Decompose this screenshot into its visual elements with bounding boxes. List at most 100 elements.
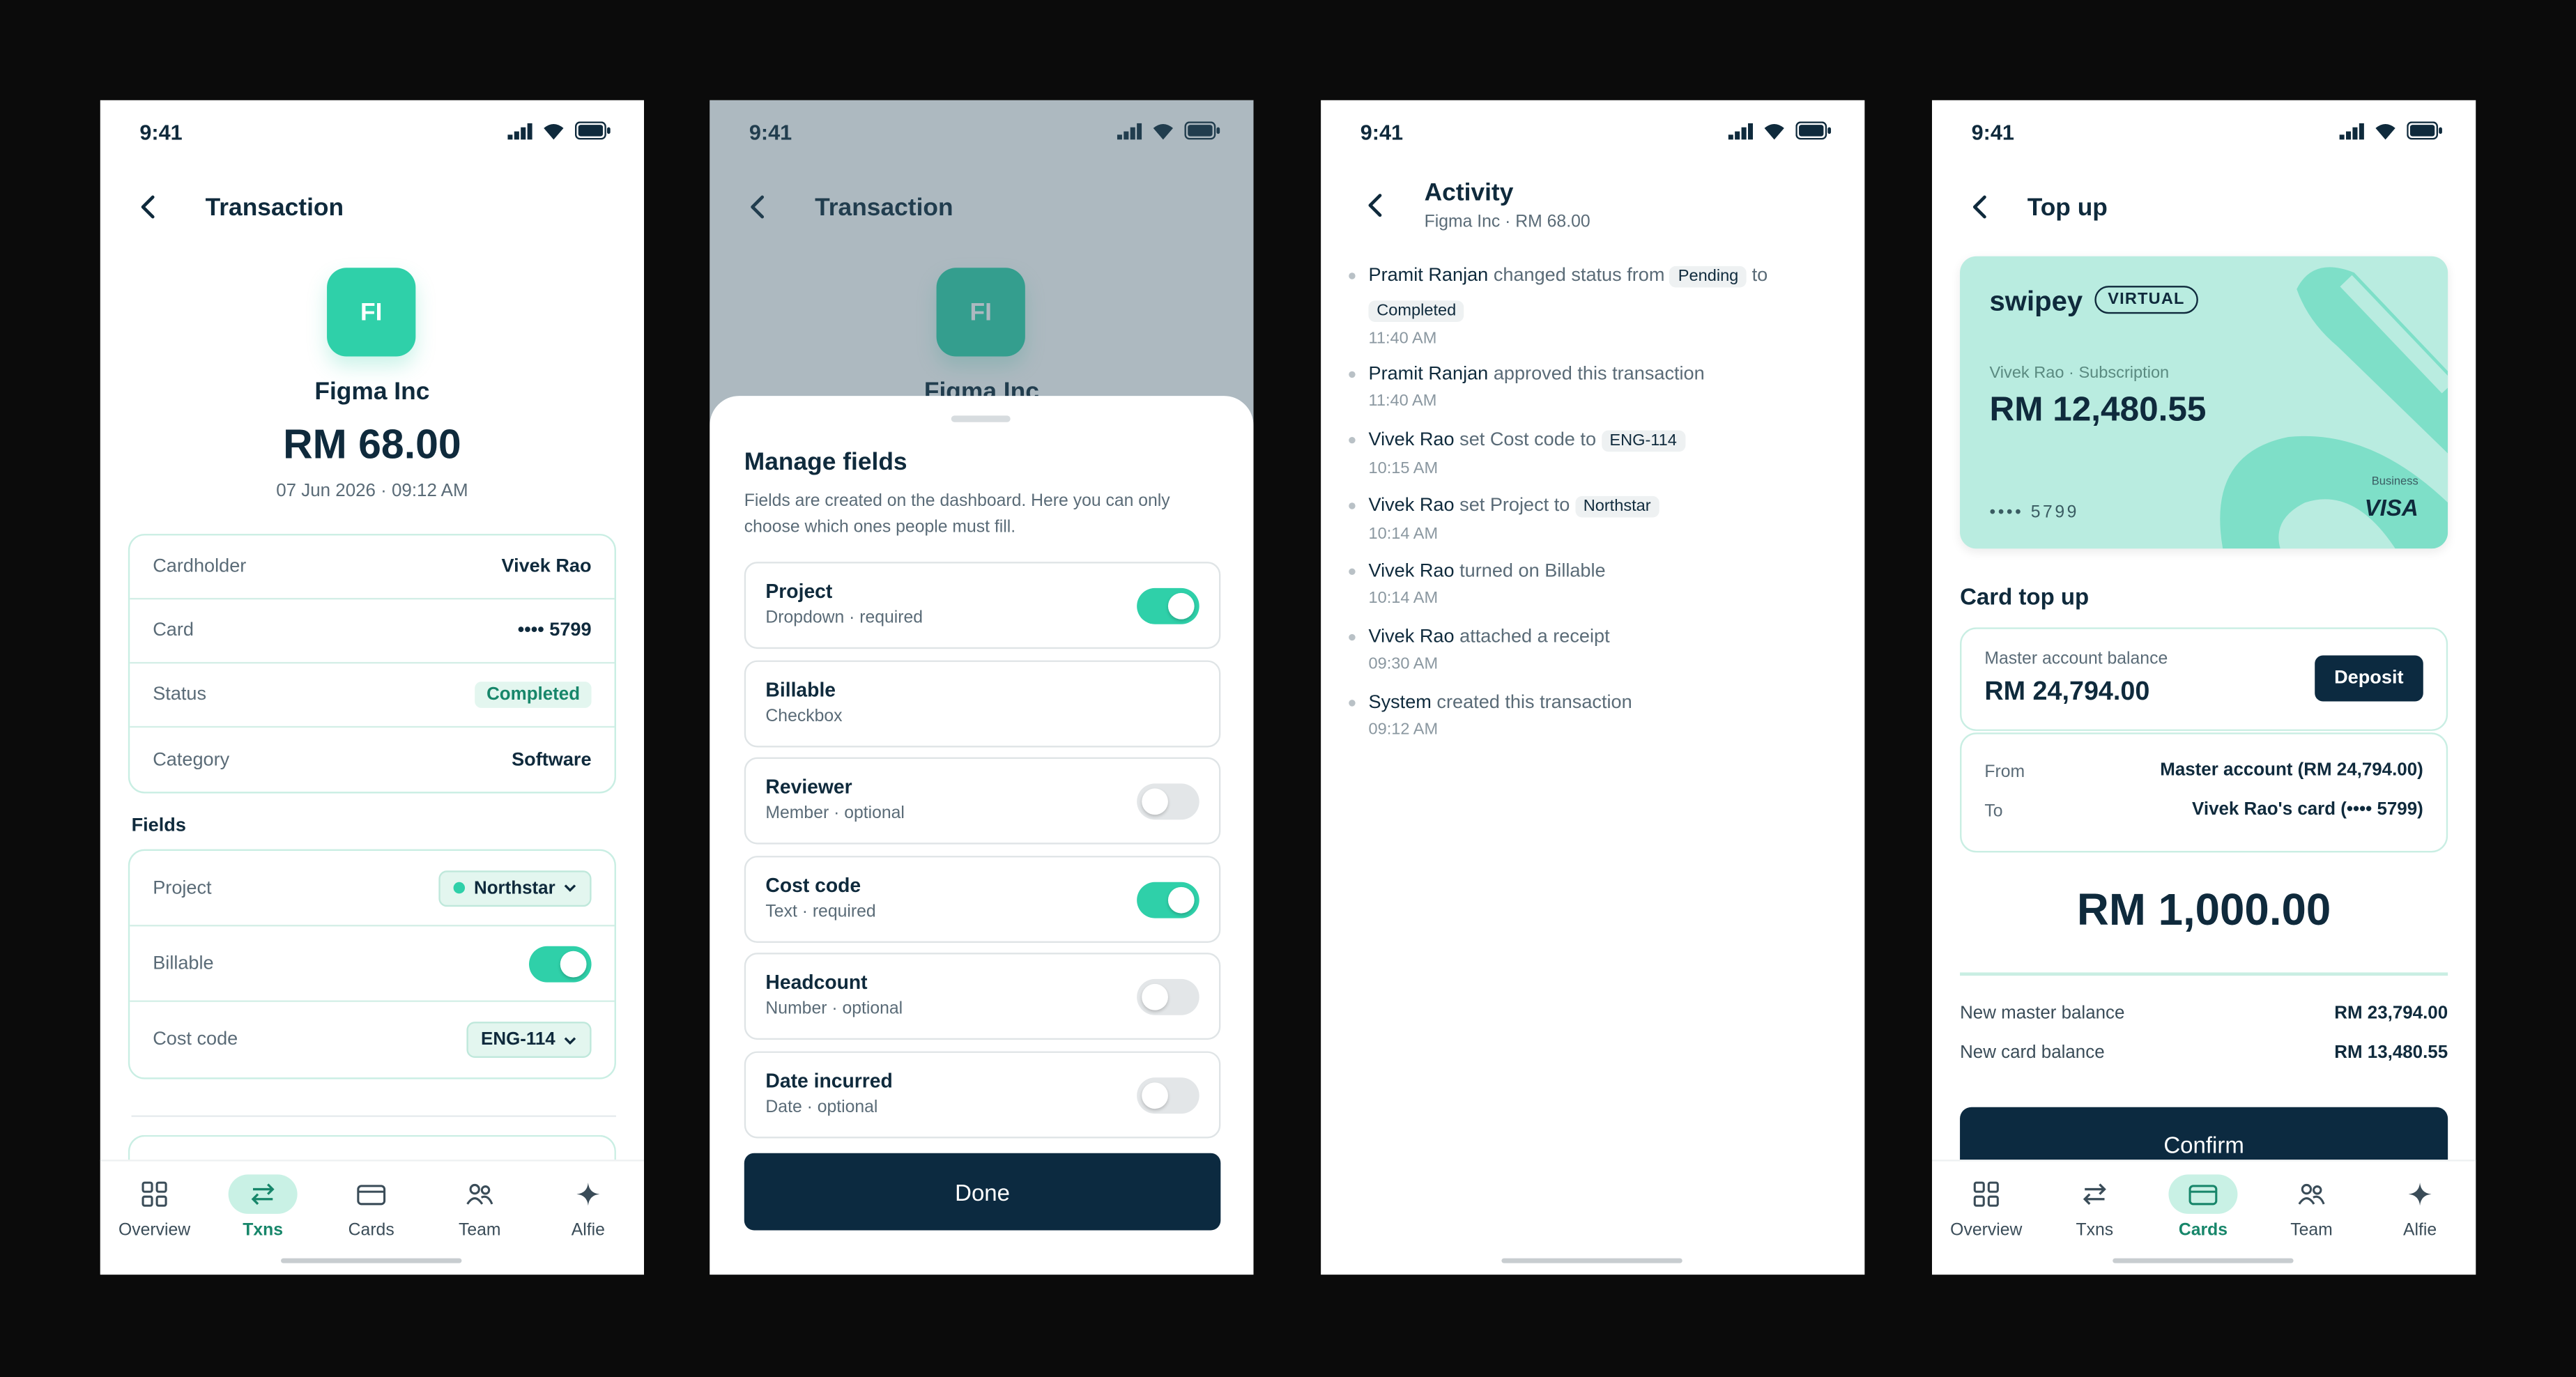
action: turned on Billable (1459, 562, 1606, 582)
tab-overview[interactable]: Overview (1937, 1174, 2035, 1240)
card-brand: swipey (1989, 286, 2083, 317)
bullet (1349, 700, 1356, 707)
back-button[interactable] (139, 190, 172, 223)
status-time: 9:41 (139, 120, 183, 145)
fields-heading: Fields (131, 816, 186, 836)
actor: Vivek Rao (1368, 627, 1455, 647)
project-dropdown[interactable]: Northstar (439, 870, 592, 906)
detail-value: Vivek Rao (501, 557, 592, 577)
field-card-headcount: Headcount Number · optional (744, 953, 1221, 1040)
card-icon (2188, 1184, 2218, 1205)
signal-icon (507, 122, 532, 139)
sheet-handle[interactable] (951, 415, 1011, 422)
detail-row-status: Status Completed (130, 663, 615, 728)
tab-cards[interactable]: Cards (2154, 1174, 2252, 1240)
card-number: •••• 5799 (1989, 502, 2079, 523)
tab-bar: Overview Txns Cards Team Alfie (100, 1160, 645, 1275)
detail-value: Software (512, 750, 592, 770)
required-toggle[interactable] (1137, 1077, 1199, 1114)
home-indicator (281, 1258, 462, 1263)
status-bar: 9:41 (100, 100, 644, 166)
required-toggle[interactable] (1137, 882, 1199, 918)
action: changed status from (1493, 266, 1665, 286)
toggle-knob (1142, 788, 1168, 815)
actor: Vivek Rao (1368, 495, 1455, 516)
tab-txns[interactable]: Txns (2046, 1174, 2144, 1240)
detail-label: Cardholder (153, 557, 247, 577)
grid-icon (141, 1181, 167, 1207)
activity-item: Pramit Ranjan changed status from Pendin… (1349, 259, 1841, 351)
required-toggle[interactable] (1137, 587, 1199, 624)
back-button[interactable] (1367, 194, 1383, 225)
toggle-knob (1167, 886, 1195, 914)
page-title: Activity (1424, 178, 1514, 207)
done-button[interactable]: Done (744, 1153, 1221, 1231)
action: approved this transaction (1493, 364, 1705, 385)
fields-card: Project Northstar Billable Cost code ENG… (128, 849, 616, 1079)
sheet-description: Fields are created on the dashboard. Her… (744, 491, 1170, 537)
card-balance: RM 12,480.55 (1989, 391, 2207, 429)
field-label: Cost code (153, 1029, 238, 1050)
field-name: Cost code (765, 874, 861, 897)
signal-icon (1728, 122, 1754, 139)
field-name: Date incurred (765, 1069, 893, 1093)
section-title: Card top up (1960, 583, 2090, 610)
toggle-knob (560, 950, 587, 977)
tab-team[interactable]: Team (2262, 1174, 2361, 1240)
action: attached a receipt (1459, 627, 1610, 647)
field-type: Date · optional (765, 1097, 878, 1117)
detail-label: Status (153, 684, 207, 705)
status-time: 9:41 (1971, 120, 2014, 145)
field-label: Billable (153, 953, 214, 974)
battery-icon (2407, 121, 2442, 140)
tab-overview[interactable]: Overview (105, 1174, 204, 1240)
toggle-knob (1142, 983, 1168, 1010)
from-value[interactable]: Master account (RM 24,794.00) (2160, 760, 2423, 780)
tab-label: Team (2290, 1220, 2333, 1240)
tab-label: Cards (348, 1220, 394, 1240)
billable-toggle[interactable] (529, 945, 592, 982)
required-toggle[interactable] (1137, 978, 1199, 1015)
field-row-cost-code: Cost code ENG-114 (130, 1002, 614, 1077)
details-card: Cardholder Vivek Rao Card •••• 5799 Status… (128, 534, 616, 794)
manage-fields-sheet: Manage fields Fields are created on the … (710, 396, 1254, 1275)
wifi-icon (1764, 123, 1784, 139)
top-up-amount[interactable]: RM 1,000.00 (1932, 886, 2476, 937)
tab-cards[interactable]: Cards (322, 1174, 420, 1240)
sparkle-icon (2408, 1183, 2432, 1206)
transfer-icon (251, 1183, 275, 1205)
field-card-project: Project Dropdown · required (744, 562, 1221, 649)
manage-fields-screen: 9:41 Transaction FI Figma Inc Manage fie… (710, 100, 1254, 1275)
to-value[interactable]: Vivek Rao's card (•••• 5799) (2192, 800, 2423, 820)
chevron-down-icon (564, 1036, 576, 1044)
activity-time: 10:15 AM (1368, 460, 1439, 478)
chevron-left-icon (141, 195, 155, 219)
back-button[interactable] (1972, 190, 2004, 223)
card-holder: Vivek Rao · Subscription (1989, 364, 2170, 383)
transaction-amount: RM 68.00 (283, 422, 461, 468)
virtual-card[interactable]: swipey VIRTUAL Vivek Rao · Subscription … (1960, 256, 2448, 549)
master-balance-card: Master account balance RM 24,794.00 Depo… (1960, 627, 2448, 731)
bullet (1349, 272, 1356, 279)
field-card-cost-code: Cost code Text · required (744, 856, 1221, 943)
value-tag: Northstar (1574, 495, 1659, 518)
field-name: Headcount (765, 971, 868, 994)
activity-item: System created this transaction 09:12 AM (1349, 686, 1841, 742)
required-toggle[interactable] (1137, 783, 1199, 820)
status-bar: 9:41 (1932, 100, 2476, 166)
activity-item: Vivek Rao set Project to Northstar 10:14… (1349, 489, 1841, 547)
field-row-project: Project Northstar (130, 851, 615, 927)
transaction-date: 07 Jun 2026 · 09:12 AM (276, 481, 468, 501)
sheet-title: Manage fields (744, 448, 907, 477)
visa-logo: VISA (2364, 494, 2418, 521)
deposit-button[interactable]: Deposit (2314, 655, 2423, 702)
tab-alfie[interactable]: Alfie (2370, 1174, 2469, 1240)
tab-label: Alfie (571, 1220, 605, 1240)
tab-alfie[interactable]: Alfie (539, 1174, 637, 1240)
toggle-knob (1167, 592, 1195, 620)
header: Transaction (139, 189, 344, 225)
transfer-icon (2083, 1183, 2106, 1205)
cost-code-dropdown[interactable]: ENG-114 (466, 1022, 592, 1058)
tab-txns[interactable]: Txns (213, 1174, 312, 1240)
tab-team[interactable]: Team (431, 1174, 529, 1240)
